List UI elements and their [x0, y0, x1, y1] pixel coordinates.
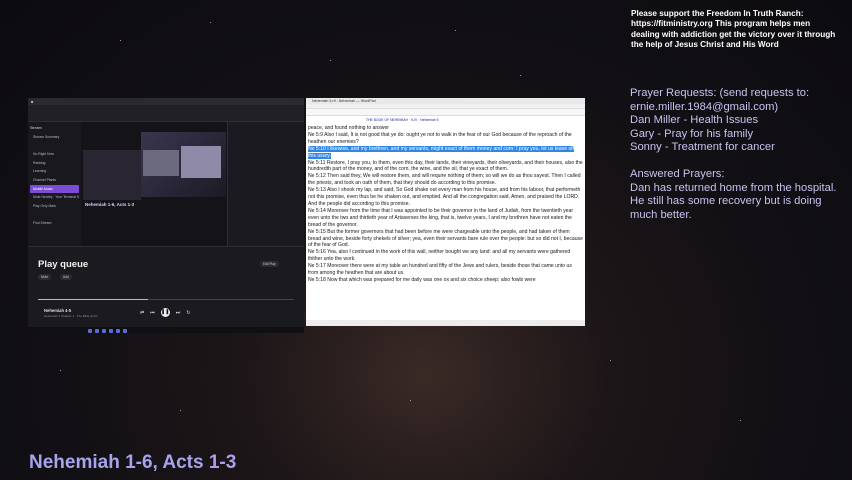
- stream-sidebar: Stream Stream Summary No Right Now Ranking…: [28, 122, 81, 246]
- playback-controls: ⇄ ⏮ ❚❚ ⏭ ↻: [140, 308, 190, 317]
- verse-text: Ne 5:13 Also I shook my lap, and said, S…: [308, 187, 581, 207]
- shuffle-icon[interactable]: ⇄: [140, 310, 144, 316]
- feed-item: [230, 134, 302, 143]
- stat-tile: [32, 107, 73, 119]
- verse-text: Ne 5:11 Restore, I pray you, to them, ev…: [308, 159, 583, 173]
- answered-prayers-header: Answered Prayers:: [630, 167, 725, 180]
- sidebar-nav-item[interactable]: Mobile Music: [30, 184, 79, 194]
- now-playing-subtitle: Nehemiah 4 Chapter 1 · The Bible (KJV): [44, 314, 98, 318]
- prayer-request-item: Sonny - Treatment for cancer: [630, 141, 775, 154]
- prayer-requests-header: Prayer Requests: (send requests to: erni…: [630, 87, 810, 113]
- bible-status-bar: [306, 320, 585, 326]
- support-message: Please support the Freedom In Truth Ranc…: [631, 9, 836, 49]
- bible-text-window: Nehemiah 5.rtf - Nehemiah — WordPad THE …: [306, 98, 585, 326]
- play-queue-title: Play queue: [38, 259, 89, 270]
- sidebar-nav-item[interactable]: [30, 210, 79, 219]
- verse-text: Ne 5:14 Moreover from the time that I wa…: [308, 207, 574, 228]
- previous-icon[interactable]: ⏮: [150, 310, 155, 316]
- preview-caption: Nehemiah 1-6, Acts 1-3: [85, 202, 135, 207]
- preview-thumbnail: [83, 150, 141, 200]
- verse-text: Ne 5:9 Also I said, It is not good that …: [308, 131, 572, 145]
- sidebar-nav-item[interactable]: [30, 142, 79, 151]
- feed-item: [230, 154, 302, 163]
- bible-toolbar: [306, 109, 585, 116]
- taskbar-app-icon[interactable]: [109, 328, 113, 333]
- verse-text: Ne 5:16 Yea, also I continued in the wor…: [308, 249, 571, 263]
- verse-text: Ne 5:18 Now that which was prepared for …: [308, 276, 536, 283]
- feed-item: [230, 124, 302, 133]
- play-queue-panel: Play queue Mute Add Edit Play Nehemiah 4…: [28, 246, 304, 333]
- verse-text: Ne 5:12 Then said they, We will restore …: [308, 173, 581, 187]
- taskbar-app-icon[interactable]: [95, 328, 99, 333]
- sidebar-nav-item[interactable]: Play Only Mark: [30, 202, 79, 211]
- add-button[interactable]: Add: [60, 274, 72, 280]
- activity-feed: [227, 122, 304, 246]
- edit-play-button[interactable]: Edit Play: [260, 261, 279, 267]
- preview-screen: [141, 132, 226, 197]
- stream-window-titlebar: ■: [28, 98, 304, 105]
- pause-icon[interactable]: ❚❚: [160, 308, 170, 317]
- stream-stats-bar: [28, 105, 304, 122]
- verse-text: Ne 5:17 Moreover there were at my table …: [308, 263, 572, 277]
- sidebar-nav-item[interactable]: Find Stream: [30, 219, 79, 228]
- sidebar-nav-item[interactable]: Mute Nearby · Your Terminal 5: [30, 193, 79, 202]
- feed-item: [230, 144, 302, 153]
- sidebar-nav-item[interactable]: Learning: [30, 167, 79, 176]
- answered-prayers-text: Dan has returned home from the hospital.…: [630, 181, 837, 221]
- stat-tile: [213, 107, 254, 119]
- taskbar-app-icon[interactable]: [88, 328, 92, 333]
- stat-tile: [77, 107, 118, 119]
- mute-button[interactable]: Mute: [38, 274, 52, 280]
- taskbar-app-icon[interactable]: [116, 328, 120, 333]
- verse-text: peace, and found nothing to answer: [308, 125, 389, 131]
- stat-tile: [123, 107, 164, 119]
- reading-title: Nehemiah 1-6, Acts 1-3: [29, 452, 237, 473]
- sidebar-nav-item[interactable]: No Right Now: [30, 150, 79, 159]
- prayer-panel: Prayer Requests: (send requests to: erni…: [630, 87, 842, 222]
- taskbar: [28, 327, 304, 333]
- prayer-request-item: Dan Miller - Health Issues: [630, 114, 759, 127]
- stat-tile: [259, 107, 300, 119]
- repeat-icon[interactable]: ↻: [186, 310, 190, 316]
- sidebar-nav-item[interactable]: Channel Plants: [30, 176, 79, 185]
- streaming-app-window: ■ Stream Stream Summary No Right Now Ranki…: [28, 98, 304, 333]
- highlighted-verse: Ne 5:10 I likewise, and my brethren, and…: [308, 145, 575, 159]
- prayer-request-item: Gary - Pray for his family: [630, 127, 754, 140]
- stat-tile: [168, 107, 209, 119]
- now-playing-title: Nehemiah 4-5: [44, 308, 72, 313]
- taskbar-app-icon[interactable]: [123, 328, 127, 333]
- stream-preview: Nehemiah 1-6, Acts 1-3: [81, 122, 227, 246]
- playback-progress[interactable]: [38, 299, 294, 300]
- sidebar-header: Stream: [30, 126, 42, 130]
- bible-subheader: THE BOOK OF NEHEMIAH · KJV · Nehemiah 5: [366, 118, 439, 122]
- sidebar-nav-item[interactable]: Ranking: [30, 159, 79, 168]
- taskbar-app-icon[interactable]: [102, 328, 106, 333]
- sidebar-nav-item[interactable]: Stream Summary: [30, 133, 79, 142]
- verse-text: Ne 5:15 But the former governors that ha…: [308, 228, 583, 249]
- bible-text-body[interactable]: peace, and found nothing to answer Ne 5:9…: [306, 125, 585, 284]
- next-icon[interactable]: ⏭: [176, 310, 181, 316]
